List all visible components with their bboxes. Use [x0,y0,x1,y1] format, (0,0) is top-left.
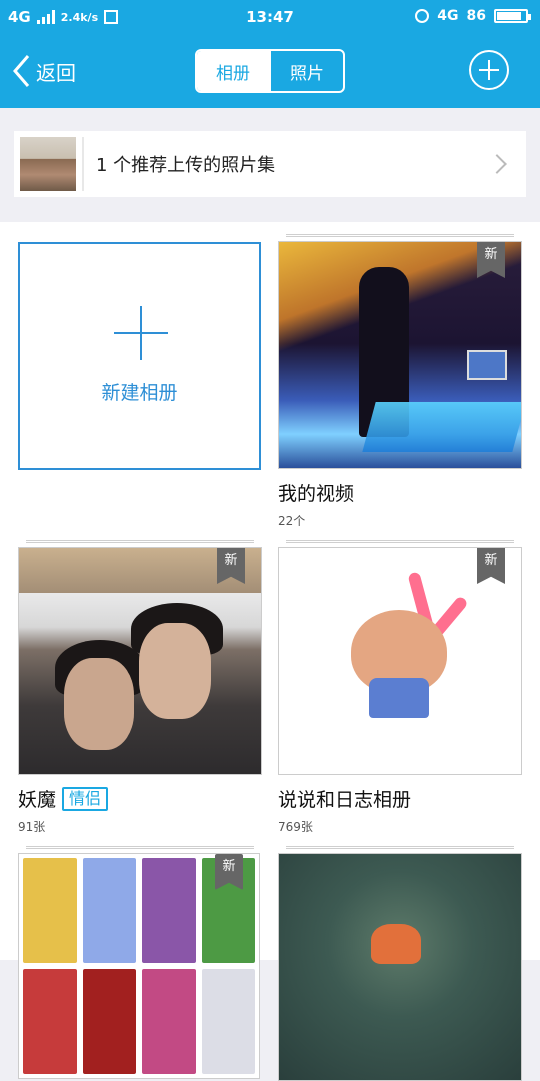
battery-fill [497,12,521,20]
album-card[interactable]: 新 我的视频 22个 [278,234,522,529]
album-stack-line [26,846,254,849]
album-title-text: 我的视频 [278,483,355,505]
album-title: 说说和日志相册 [278,785,522,812]
album-count: 769张 [278,820,313,834]
album-stack-line [286,540,514,543]
new-badge: 新 [477,242,505,278]
album-card[interactable]: 新 说说和日志相册 769张 [278,540,522,835]
battery-percent: 86 [466,8,486,24]
new-album-button[interactable]: 新建相册 [18,242,261,470]
flower-tile [142,858,196,963]
album-cover[interactable]: 新 [278,241,522,469]
album-title: 妖魔 情侣 [18,785,262,812]
new-album-label: 新建相册 [101,382,178,404]
album-title-text: 妖魔 [18,789,57,811]
plus-icon [114,306,168,360]
recommend-text: 1 个推荐上传的照片集 [96,155,276,176]
album-cover[interactable]: 新 [278,547,522,775]
network-type-right: 4G [437,8,459,24]
tab-albums[interactable]: 相册 [197,51,269,91]
flower-tile [23,969,77,1074]
recommend-upload-row[interactable]: 1 个推荐上传的照片集 [14,131,526,197]
album-title-text: 说说和日志相册 [278,789,412,811]
new-badge: 新 [477,548,505,584]
nav-bar: 返回 相册 照片 [0,34,540,108]
flower-tile [23,858,77,963]
flower-tile [142,969,196,1074]
back-button[interactable]: 返回 [12,54,76,88]
flower-tile [82,858,136,963]
album-cover[interactable] [278,853,522,1081]
battery-icon [494,9,531,23]
album-title: 我的视频 [278,479,522,506]
cover-face [64,658,134,750]
album-grid: 新建相册 新 我的视频 22个 新 妖魔 情侣 91张 新 说说和日志相册 76… [0,222,540,1081]
divider [82,137,84,191]
album-stack-line [286,234,514,237]
alarm-icon [415,9,430,23]
recommend-thumbnail [20,137,76,191]
album-count: 22个 [278,514,306,528]
new-badge: 新 [217,548,245,584]
album-stack-line [286,846,514,849]
album-card[interactable]: 新 妖魔 情侣 91张 [18,540,262,835]
flower-tile [201,969,255,1074]
cover-table [362,402,521,452]
album-card[interactable] [278,846,522,1081]
couple-tag: 情侣 [62,786,109,811]
flower-tile [82,969,136,1074]
chevron-left-icon [13,55,30,87]
cover-coral [371,924,421,964]
album-cover[interactable]: 新 [18,547,262,775]
add-icon[interactable] [469,50,509,90]
status-bar: 4G 2.4k/s 13:47 4G 86 [0,0,540,34]
album-count: 91张 [18,820,46,834]
chevron-right-icon [487,154,507,174]
cover-shirt [369,678,429,718]
status-right: 4G 86 [415,8,531,24]
album-cover[interactable]: 新 [18,853,260,1079]
back-label: 返回 [36,60,76,85]
album-card[interactable]: 新 [18,846,262,1079]
cover-tv [467,350,507,380]
segmented-control: 相册 照片 [195,49,345,93]
album-stack-line [26,540,254,543]
tab-photos[interactable]: 照片 [269,51,343,91]
cover-face [139,623,211,719]
